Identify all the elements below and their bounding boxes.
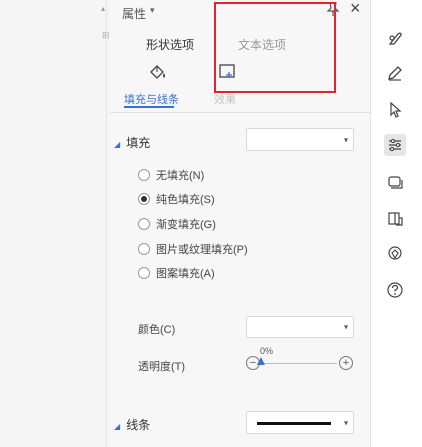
location-icon[interactable] xyxy=(384,243,406,265)
line-style-dropdown[interactable]: ▾ xyxy=(246,411,354,434)
panel-title[interactable]: 属性 xyxy=(122,5,146,22)
toolbar-divider xyxy=(370,0,371,447)
chevron-down-icon: ▾ xyxy=(343,135,348,144)
chevron-down-icon: ▾ xyxy=(343,322,348,332)
radio-button[interactable] xyxy=(138,218,150,230)
color-dropdown[interactable]: ▾ xyxy=(246,316,354,338)
line-section-header[interactable]: ◢ 线条 xyxy=(114,416,150,433)
radio-pattern-fill[interactable]: 图案填充(A) xyxy=(138,265,215,281)
right-toolbar xyxy=(370,0,422,447)
title-caret-icon[interactable]: ▾ xyxy=(150,5,155,16)
collapse-arrow-icon[interactable]: ▴ xyxy=(101,4,105,13)
line-preview xyxy=(257,422,331,425)
pen-icon[interactable] xyxy=(384,62,406,84)
radio-label: 无填充(N) xyxy=(156,170,205,182)
transparency-increase-button[interactable]: + xyxy=(339,356,353,370)
line-section-title: 线条 xyxy=(126,418,151,432)
radio-label: 渐变填充(G) xyxy=(156,219,216,231)
radio-gradient-fill[interactable]: 渐变填充(G) xyxy=(138,216,216,232)
transparency-value: 0% xyxy=(260,346,274,356)
style-icon[interactable] xyxy=(384,28,406,50)
highlight-box xyxy=(214,2,336,93)
transparency-slider-track[interactable] xyxy=(257,363,337,364)
radio-button[interactable] xyxy=(138,243,150,255)
tab-shape-options[interactable]: 形状选项 xyxy=(146,36,194,53)
radio-picture-texture-fill[interactable]: 图片或纹理填充(P) xyxy=(138,241,248,257)
layers-icon[interactable] xyxy=(384,172,406,194)
properties-icon[interactable] xyxy=(384,134,406,156)
fill-section-header[interactable]: ◢ 填充 xyxy=(114,134,150,151)
radio-button[interactable] xyxy=(138,267,150,279)
transparency-label: 透明度(T) xyxy=(138,361,186,373)
crop-icon[interactable] xyxy=(384,208,406,230)
subtab-effects[interactable]: 效果 xyxy=(214,91,236,107)
transparency-slider-thumb[interactable] xyxy=(257,357,265,365)
left-canvas-strip: ▴ ⊞ xyxy=(0,0,110,447)
section-divider xyxy=(110,112,370,113)
radio-solid-fill[interactable]: 纯色填充(S) xyxy=(138,191,215,207)
cursor-icon[interactable] xyxy=(384,99,406,121)
active-subtab-underline xyxy=(124,106,174,108)
fill-section-title: 填充 xyxy=(126,136,151,150)
radio-button[interactable] xyxy=(138,169,150,181)
collapse-triangle-icon: ◢ xyxy=(114,140,121,149)
strip-divider xyxy=(106,0,107,447)
collapse-triangle-icon: ◢ xyxy=(114,422,121,431)
chevron-down-icon: ▾ xyxy=(343,418,348,427)
radio-label: 图案填充(A) xyxy=(156,268,215,280)
help-icon[interactable] xyxy=(384,279,406,301)
subtab-fill-and-line[interactable]: 填充与线条 xyxy=(124,91,179,107)
radio-no-fill[interactable]: 无填充(N) xyxy=(138,167,204,183)
fill-type-dropdown[interactable]: ▾ xyxy=(246,128,354,151)
close-button[interactable]: × xyxy=(350,0,361,19)
radio-label: 图片或纹理填充(P) xyxy=(156,244,248,256)
radio-button[interactable] xyxy=(138,193,150,205)
paint-bucket-icon[interactable] xyxy=(148,64,168,85)
radio-label: 纯色填充(S) xyxy=(156,194,215,206)
color-label: 颜色(C) xyxy=(138,324,176,336)
